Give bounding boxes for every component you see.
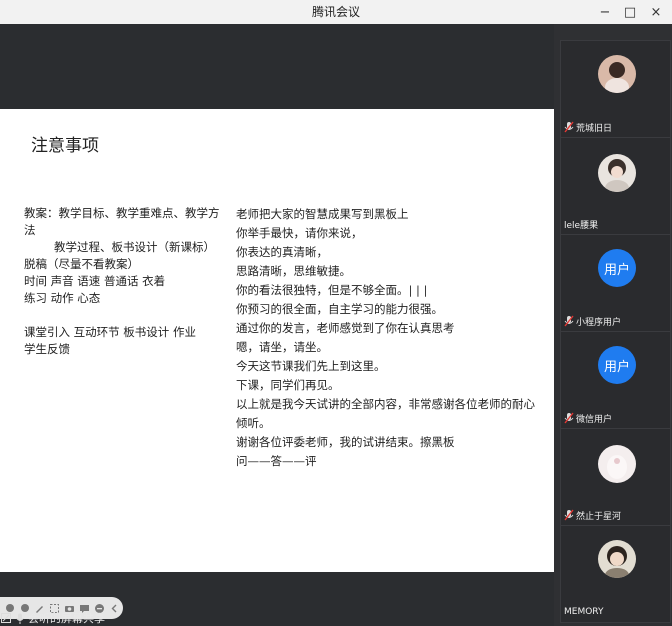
- left-line: 脱稿（尽量不看教案）: [24, 257, 139, 271]
- left-line: 教案：教学目标、教学重难点、教学方法: [24, 206, 220, 237]
- muted-mic-icon: [564, 509, 574, 521]
- screen-share-area: 注意事项 教案：教学目标、教学重难点、教学方法 教学过程、板书设计（新课标） 脱…: [0, 24, 554, 626]
- avatar: [598, 55, 636, 93]
- left-line: 课堂引入 互动环节 板书设计 作业: [24, 325, 196, 339]
- slide-left-column: 教案：教学目标、教学重难点、教学方法 教学过程、板书设计（新课标） 脱稿（尽量不…: [24, 205, 224, 358]
- participant-name: 然止于星河: [576, 511, 622, 522]
- avatar: [598, 445, 636, 483]
- participant-panel: 荒城旧日 lele腰果 用户 小程序用户 用户 微信用户 然止于星河 MEMOR…: [554, 24, 672, 626]
- participant-tile[interactable]: 然止于星河: [560, 428, 671, 526]
- shared-slide: 注意事项 教案：教学目标、教学重难点、教学方法 教学过程、板书设计（新课标） 脱…: [0, 109, 554, 619]
- participant-label: 然止于星河: [564, 508, 667, 522]
- right-line: 你预习的很全面，自主学习的能力很强。: [236, 302, 443, 316]
- avatar: 用户: [598, 346, 636, 384]
- right-line: 思路清晰，思维敏捷。: [236, 264, 351, 278]
- participant-name: 小程序用户: [576, 317, 622, 328]
- participant-tile[interactable]: 用户 小程序用户: [560, 234, 671, 332]
- minimize-button[interactable]: −: [595, 2, 615, 22]
- participant-label: 小程序用户: [564, 314, 667, 328]
- slide-right-column: 老师把大家的智慧成果写到黑板上 你举手最快，请你来说， 你表达的真清晰， 思路清…: [236, 205, 536, 471]
- right-line: 以上就是我今天试讲的全部内容，非常感谢各位老师的耐心倾听。: [236, 397, 535, 430]
- microphone-icon[interactable]: [14, 613, 25, 624]
- left-line: 教学过程、板书设计（新课标）: [54, 240, 215, 254]
- participant-label: MEMORY: [564, 605, 667, 619]
- right-line: 你表达的真清晰，: [236, 245, 328, 259]
- right-line: 嗯，请坐，请坐。: [236, 340, 328, 354]
- muted-mic-icon: [564, 412, 574, 424]
- close-button[interactable]: ×: [646, 2, 666, 22]
- left-line-gap: [24, 307, 224, 324]
- participant-label: 荒城旧日: [564, 120, 667, 134]
- right-line: 通过你的发言，老师感觉到了你在认真思考: [236, 321, 455, 335]
- share-status: 会听的屏幕共享: [0, 610, 200, 626]
- participant-tile[interactable]: lele腰果: [560, 137, 671, 235]
- avatar: [598, 540, 636, 578]
- avatar: 用户: [598, 249, 636, 287]
- right-line: 下课，同学们再见。: [236, 378, 340, 392]
- left-line: 时间 声音 语速 普通话 衣着: [24, 274, 166, 288]
- participant-tile[interactable]: 用户 微信用户: [560, 331, 671, 429]
- muted-mic-icon: [564, 315, 574, 327]
- right-line: 问——答——评: [236, 454, 317, 468]
- participant-name: MEMORY: [564, 607, 604, 617]
- participant-tile[interactable]: MEMORY: [560, 525, 671, 623]
- right-line: 你举手最快，请你来说，: [236, 226, 363, 240]
- muted-mic-icon: [564, 121, 574, 133]
- participant-name: 微信用户: [576, 414, 613, 425]
- maximize-button[interactable]: □: [620, 2, 640, 22]
- window-title: 腾讯会议: [311, 5, 360, 19]
- participant-label: 微信用户: [564, 411, 667, 425]
- left-line: 学生反馈: [24, 342, 70, 356]
- participant-label: lele腰果: [564, 217, 667, 231]
- participant-name: lele腰果: [564, 220, 599, 231]
- share-status-text: 会听的屏幕共享: [28, 612, 105, 625]
- participant-name: 荒城旧日: [576, 123, 613, 134]
- slide-heading: 注意事项: [31, 136, 99, 156]
- participant-tile[interactable]: 荒城旧日: [560, 40, 671, 138]
- expand-icon[interactable]: [0, 613, 11, 624]
- title-bar: 腾讯会议 − □ ×: [0, 0, 672, 24]
- avatar: [598, 154, 636, 192]
- right-line: 谢谢各位评委老师，我的试讲结束。擦黑板: [236, 435, 455, 449]
- right-line: 你的看法很独特，但是不够全面。| | |: [236, 283, 428, 297]
- right-line: 今天这节课我们先上到这里。: [236, 359, 386, 373]
- left-line: 练习 动作 心态: [24, 291, 101, 305]
- right-line: 老师把大家的智慧成果写到黑板上: [236, 207, 409, 221]
